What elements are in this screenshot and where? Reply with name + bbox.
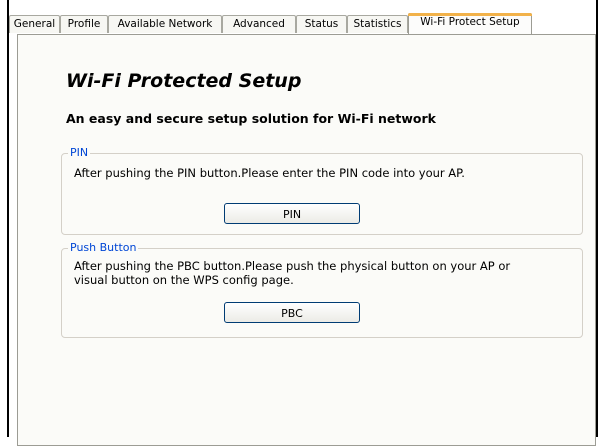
tab-general[interactable]: General: [9, 15, 60, 33]
window-right-border: [596, 0, 598, 437]
pbc-button[interactable]: PBC: [224, 302, 360, 323]
page-title: Wi-Fi Protected Setup: [66, 70, 302, 92]
pin-group-legend: PIN: [68, 146, 91, 159]
pin-group: PIN After pushing the PIN button.Please …: [61, 146, 583, 235]
page-subtitle: An easy and secure setup solution for Wi…: [66, 111, 436, 126]
tab-strip: General Profile Available Network Advanc…: [9, 13, 596, 35]
tab-profile[interactable]: Profile: [60, 15, 108, 33]
push-button-group-legend: Push Button: [68, 241, 139, 254]
tab-advanced[interactable]: Advanced: [222, 15, 296, 33]
push-button-group-description: After pushing the PBC button.Please push…: [74, 259, 511, 287]
tab-status[interactable]: Status: [296, 15, 347, 33]
push-button-group: Push Button After pushing the PBC button…: [61, 241, 583, 338]
pin-button[interactable]: PIN: [224, 203, 360, 224]
window-left-border: [7, 0, 9, 437]
tab-wifi-protect-setup[interactable]: Wi-Fi Protect Setup: [408, 13, 532, 34]
tab-available-network[interactable]: Available Network: [108, 15, 222, 33]
tab-content-panel: [17, 34, 596, 446]
tab-statistics[interactable]: Statistics: [347, 15, 408, 33]
pin-group-description: After pushing the PIN button.Please ente…: [74, 166, 465, 180]
